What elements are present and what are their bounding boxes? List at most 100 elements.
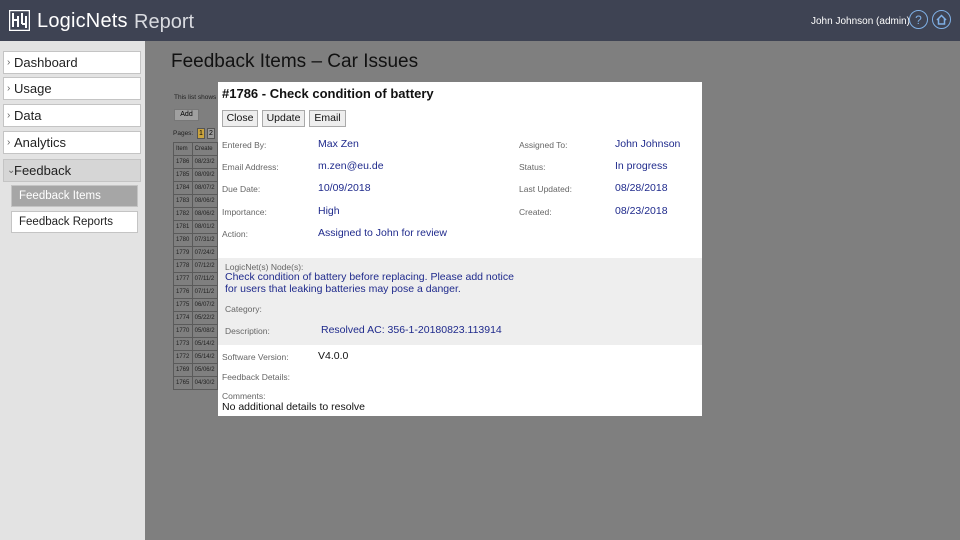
sidebar-item-data[interactable]: › Data xyxy=(3,104,141,127)
table-header-row: Item Create xyxy=(173,142,219,156)
assigned-to-label: Assigned To: xyxy=(519,140,568,150)
importance-value: High xyxy=(318,205,340,217)
created-date-cell: 05/06/2 xyxy=(191,363,219,377)
created-date-cell: 06/07/2 xyxy=(191,298,219,312)
table-row[interactable]: 1770 05/08/2 xyxy=(173,324,219,338)
table-row[interactable]: 1783 08/06/2 xyxy=(173,194,219,208)
email-button[interactable]: Email xyxy=(309,110,346,127)
brand-name: LogicNets xyxy=(37,10,128,32)
created-date-cell: 05/14/2 xyxy=(191,337,219,351)
table-row[interactable]: 1786 08/23/2 xyxy=(173,155,219,169)
category-label: Category: xyxy=(225,304,262,314)
page-2-link[interactable]: 2 xyxy=(207,128,215,139)
table-row[interactable]: 1785 08/09/2 xyxy=(173,168,219,182)
app-title: Report xyxy=(134,11,195,33)
page-title: Feedback Items – Car Issues xyxy=(171,51,419,72)
nodes-section: LogicNet(s) Node(s): Check condition of … xyxy=(218,258,702,345)
feedback-detail-modal: #1786 - Check condition of battery Close… xyxy=(218,82,702,416)
feedback-table: Item Create 1786 08/23/2 1785 08/09/2 1784 08… xyxy=(173,142,219,390)
created-date-cell: 08/07/2 xyxy=(191,181,219,195)
created-label: Created: xyxy=(519,207,552,217)
sidebar-item-label: Usage xyxy=(14,81,52,96)
status-value: In progress xyxy=(615,160,668,172)
table-row[interactable]: 1778 07/12/2 xyxy=(173,259,219,273)
table-row[interactable]: 1775 06/07/2 xyxy=(173,298,219,312)
sidebar-item-label: Feedback xyxy=(14,163,72,178)
created-date-cell: 07/12/2 xyxy=(191,259,219,273)
chevron-right-icon: › xyxy=(7,83,11,94)
table-row[interactable]: 1782 08/06/2 xyxy=(173,207,219,221)
item-id-cell: 1777 xyxy=(173,272,193,286)
top-header: LogicNets Report John Johnson (admin) ? xyxy=(0,0,960,41)
item-id-cell: 1783 xyxy=(173,194,193,208)
sidebar: › Dashboard › Usage › Data › Analytics ⌄… xyxy=(0,41,145,540)
feedback-details-label: Feedback Details: xyxy=(222,372,291,382)
item-id-cell: 1786 xyxy=(173,155,193,169)
created-date-cell: 07/11/2 xyxy=(191,272,219,286)
sidebar-item-analytics[interactable]: › Analytics xyxy=(3,131,141,154)
page-1-link[interactable]: 1 xyxy=(197,128,205,139)
item-id-cell: 1784 xyxy=(173,181,193,195)
table-row[interactable]: 1784 08/07/2 xyxy=(173,181,219,195)
table-row[interactable]: 1781 08/01/2 xyxy=(173,220,219,234)
due-date-value: 10/09/2018 xyxy=(318,182,371,194)
table-row[interactable]: 1777 07/11/2 xyxy=(173,272,219,286)
created-date-cell: 08/06/2 xyxy=(191,207,219,221)
table-row[interactable]: 1776 07/11/2 xyxy=(173,285,219,299)
entered-by-label: Entered By: xyxy=(222,140,267,150)
help-icon[interactable]: ? xyxy=(909,10,928,29)
last-updated-label: Last Updated: xyxy=(519,184,572,194)
user-name[interactable]: John Johnson (admin) xyxy=(811,16,910,27)
table-row[interactable]: 1773 05/14/2 xyxy=(173,337,219,351)
created-date-cell: 05/14/2 xyxy=(191,350,219,364)
home-icon[interactable] xyxy=(932,10,951,29)
item-id-cell: 1773 xyxy=(173,337,193,351)
sidebar-item-label: Analytics xyxy=(14,135,67,150)
add-button[interactable]: Add xyxy=(174,109,199,121)
pages-label: Pages: xyxy=(173,130,194,137)
close-button[interactable]: Close xyxy=(222,110,258,127)
action-label: Action: xyxy=(222,229,248,239)
created-date-cell: 05/22/2 xyxy=(191,311,219,325)
table-row[interactable]: 1765 04/30/2 xyxy=(173,376,219,390)
sidebar-item-feedback[interactable]: ⌄ Feedback xyxy=(3,159,141,182)
sidebar-subitem-feedback-reports[interactable]: Feedback Reports xyxy=(11,211,138,233)
update-button[interactable]: Update xyxy=(262,110,305,127)
chevron-right-icon: › xyxy=(7,57,11,68)
software-version-value: V4.0.0 xyxy=(318,350,349,362)
created-date-cell: 08/23/2 xyxy=(191,155,219,169)
email-label: Email Address: xyxy=(222,162,279,172)
list-info-text: This list shows xyxy=(174,94,217,101)
item-id-cell: 1765 xyxy=(173,376,193,390)
item-id-cell: 1770 xyxy=(173,324,193,338)
chevron-right-icon: › xyxy=(7,137,11,148)
table-row[interactable]: 1780 07/31/2 xyxy=(173,233,219,247)
action-value: Assigned to John for review xyxy=(318,227,447,239)
sidebar-item-label: Dashboard xyxy=(14,55,78,70)
description-value: Resolved AC: 356-1-20180823.113914 xyxy=(321,324,502,336)
email-value[interactable]: m.zen@eu.de xyxy=(318,160,384,172)
assigned-to-value: John Johnson xyxy=(615,138,681,150)
table-row[interactable]: 1769 05/06/2 xyxy=(173,363,219,377)
comments-value: No additional details to resolve xyxy=(222,401,366,413)
created-date-cell: 04/30/2 xyxy=(191,376,219,390)
item-id-cell: 1775 xyxy=(173,298,193,312)
created-value: 08/23/2018 xyxy=(615,205,668,217)
column-header: Item xyxy=(173,142,193,156)
importance-label: Importance: xyxy=(222,207,267,217)
created-date-cell: 07/31/2 xyxy=(191,233,219,247)
table-row[interactable]: 1772 05/14/2 xyxy=(173,350,219,364)
item-id-cell: 1782 xyxy=(173,207,193,221)
item-id-cell: 1774 xyxy=(173,311,193,325)
created-date-cell: 08/09/2 xyxy=(191,168,219,182)
sidebar-item-usage[interactable]: › Usage xyxy=(3,77,141,100)
sidebar-item-dashboard[interactable]: › Dashboard xyxy=(3,51,141,74)
table-row[interactable]: 1779 07/24/2 xyxy=(173,246,219,260)
table-row[interactable]: 1774 05/22/2 xyxy=(173,311,219,325)
item-id-cell: 1781 xyxy=(173,220,193,234)
sidebar-subitem-feedback-items[interactable]: Feedback Items xyxy=(11,185,138,207)
modal-title: #1786 - Check condition of battery xyxy=(222,86,434,101)
item-id-cell: 1779 xyxy=(173,246,193,260)
created-date-cell: 08/01/2 xyxy=(191,220,219,234)
status-label: Status: xyxy=(519,162,546,172)
